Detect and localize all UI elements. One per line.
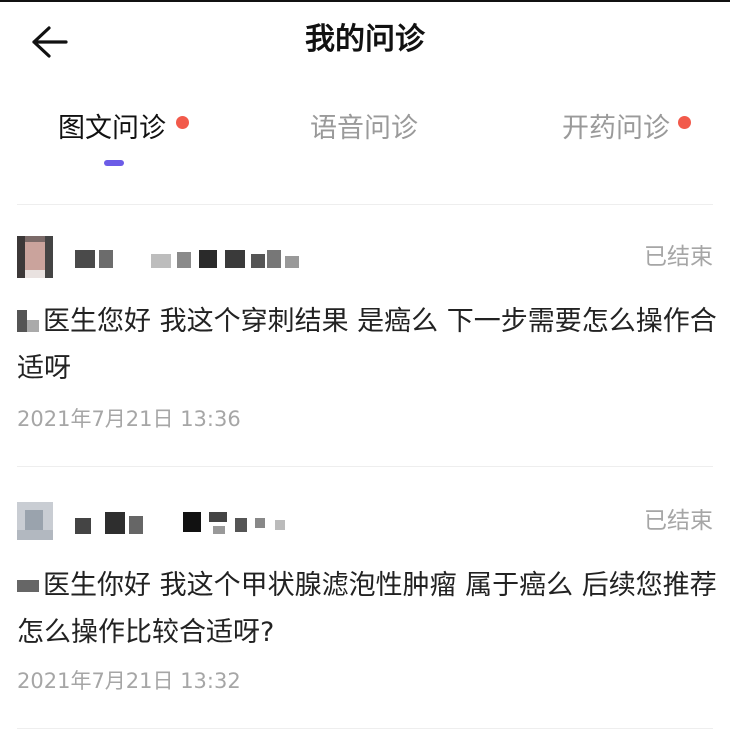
tab-image-text-consult[interactable]: 图文问诊: [58, 106, 198, 166]
message-preview: 医生您好 我这个穿刺结果 是癌么 下一步需要怎么操作合适呀: [17, 298, 717, 392]
avatar: [17, 236, 53, 278]
status-label: 已结束: [644, 508, 713, 534]
divider: [17, 728, 713, 729]
divider: [17, 204, 713, 205]
tab-bar: 图文问诊 语音问诊 开药问诊: [0, 106, 730, 176]
message-preview: 医生你好 我这个甲状腺滤泡性肿瘤 属于癌么 后续您推荐怎么操作比较合适呀?: [17, 562, 717, 656]
consultation-card[interactable]: 已结束 医生您好 我这个穿刺结果 是癌么 下一步需要怎么操作合适呀 2021年7…: [17, 236, 717, 436]
consultation-card[interactable]: 已结束 医生你好 我这个甲状腺滤泡性肿瘤 属于癌么 后续您推荐怎么操作比较合适呀…: [17, 500, 717, 700]
divider: [17, 466, 713, 467]
active-tab-indicator: [104, 160, 124, 166]
message-sender-blurred: [17, 310, 39, 332]
status-label: 已结束: [644, 244, 713, 270]
timestamp: 2021年7月21日 13:32: [17, 669, 241, 693]
page-title: 我的问诊: [305, 22, 425, 57]
unread-badge-dot: [176, 116, 189, 129]
tab-label: 图文问诊: [58, 113, 166, 144]
timestamp: 2021年7月21日 13:36: [17, 407, 241, 431]
unread-badge-dot: [678, 116, 691, 129]
tab-label: 开药问诊: [562, 113, 670, 144]
message-text: 医生您好 我这个穿刺结果 是癌么 下一步需要怎么操作合适呀: [17, 306, 717, 384]
tab-label: 语音问诊: [310, 113, 418, 144]
message-sender-blurred: [17, 574, 39, 596]
avatar: [17, 500, 53, 542]
message-text: 医生你好 我这个甲状腺滤泡性肿瘤 属于癌么 后续您推荐怎么操作比较合适呀?: [17, 570, 717, 648]
tab-voice-consult[interactable]: 语音问诊: [310, 106, 430, 166]
tab-prescription-consult[interactable]: 开药问诊: [562, 106, 702, 166]
header-bar: 我的问诊: [0, 2, 730, 80]
